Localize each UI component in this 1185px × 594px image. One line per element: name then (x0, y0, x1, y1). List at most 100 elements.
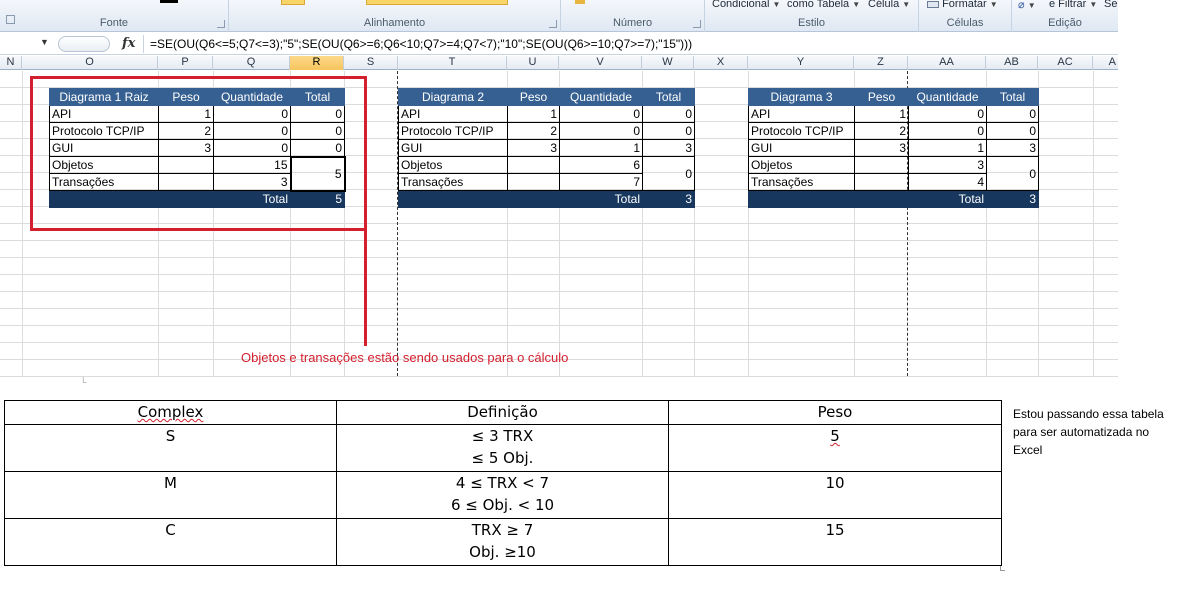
name-box-dropdown-icon[interactable]: ▼ (40, 37, 49, 47)
cell[interactable] (854, 190, 909, 208)
cell[interactable]: GUI (398, 139, 508, 157)
cell[interactable]: 1 (854, 105, 909, 123)
cell[interactable]: 0 (908, 105, 987, 123)
cell[interactable]: 1 (507, 105, 560, 123)
cell[interactable]: 0 (908, 122, 987, 140)
footer-label[interactable]: Total (559, 190, 643, 208)
cell[interactable]: 3 (854, 139, 909, 157)
cell[interactable] (854, 156, 909, 174)
merge-center-button[interactable] (366, 0, 508, 5)
cell[interactable]: Transações (748, 173, 855, 191)
cell[interactable]: 2 (507, 122, 560, 140)
peso-cell: 10 (668, 471, 1002, 519)
cell[interactable]: 1 (559, 139, 643, 157)
header-cell[interactable]: Peso (507, 88, 560, 106)
peso-cell: 15 (668, 518, 1002, 566)
table-row: Protocolo TCP/IP 2 0 0 (398, 122, 695, 140)
cell[interactable] (748, 190, 855, 208)
column-header-u[interactable]: U (507, 56, 559, 70)
cell[interactable]: API (748, 105, 855, 123)
column-header-o[interactable]: O (22, 56, 158, 70)
footer-label[interactable]: Total (908, 190, 987, 208)
column-header-q[interactable]: Q (213, 56, 290, 70)
cell[interactable]: 6 (559, 156, 643, 174)
formula-input[interactable]: =SE(OU(Q6<=5;Q7<=3);"5";SE(OU(Q6>=6;Q6<1… (150, 37, 692, 51)
cell[interactable] (854, 173, 909, 191)
cell[interactable]: 2 (854, 122, 909, 140)
cell[interactable]: Objetos (748, 156, 855, 174)
column-header-r[interactable]: R (290, 56, 344, 70)
footer-total[interactable]: 3 (642, 190, 695, 208)
red-callout-line (364, 231, 367, 346)
header-cell: Definição (336, 400, 669, 425)
cell[interactable] (507, 173, 560, 191)
column-header-p[interactable]: P (158, 56, 213, 70)
cell-styles-button[interactable]: Célula ▼ (868, 0, 910, 10)
column-header-y[interactable]: Y (748, 56, 854, 70)
currency-icon[interactable] (575, 0, 585, 4)
cell[interactable]: 0 (642, 105, 695, 123)
clear-button[interactable]: ⌀ ▼ (1018, 0, 1036, 11)
column-header-w[interactable]: W (642, 56, 694, 70)
header-cell[interactable]: Diagrama 2 (398, 88, 508, 106)
cell[interactable]: 0 (986, 105, 1039, 123)
column-header-s[interactable]: S (344, 56, 398, 70)
wrap-text-button[interactable] (281, 0, 305, 5)
cell[interactable]: 0 (642, 122, 695, 140)
definition-line: ≤ 5 Obj. (471, 449, 534, 467)
page-margin-marker: └ (80, 377, 87, 387)
cell[interactable] (507, 156, 560, 174)
cell[interactable]: 0 (559, 122, 643, 140)
header-cell[interactable]: Total (642, 88, 695, 106)
cell[interactable]: 1 (908, 139, 987, 157)
cell[interactable]: 0 (986, 156, 1039, 191)
cell[interactable] (507, 190, 560, 208)
cell[interactable]: 0 (986, 122, 1039, 140)
cell[interactable]: 0 (559, 105, 643, 123)
column-header-n[interactable]: N (0, 56, 22, 70)
column-header-t[interactable]: T (398, 56, 507, 70)
alignment-dialog-launcher-icon[interactable] (549, 20, 557, 28)
column-header-x[interactable]: X (694, 56, 748, 70)
column-header-ac[interactable]: AC (1038, 56, 1093, 70)
sort-filter-button[interactable]: e Filtrar ▼ (1049, 0, 1097, 10)
font-color-icon[interactable] (160, 0, 178, 3)
header-cell[interactable]: Quantidade (908, 88, 987, 106)
column-header-z[interactable]: Z (854, 56, 908, 70)
column-header-aa[interactable]: AA (908, 56, 986, 70)
definition-cell: TRX ≥ 7 Obj. ≥10 (336, 518, 669, 566)
cell[interactable]: Protocolo TCP/IP (398, 122, 508, 140)
font-dialog-launcher-icon[interactable] (217, 20, 225, 28)
cell[interactable]: Protocolo TCP/IP (748, 122, 855, 140)
cell[interactable] (398, 190, 508, 208)
header-cell[interactable]: Diagrama 3 (748, 88, 855, 106)
cell[interactable]: Transações (398, 173, 508, 191)
cell[interactable]: 3 (507, 139, 560, 157)
cell[interactable]: 3 (908, 156, 987, 174)
footer-total[interactable]: 3 (986, 190, 1039, 208)
header-cell[interactable]: Total (986, 88, 1039, 106)
column-header-ad[interactable]: A (1093, 56, 1118, 70)
diagram-table-2: Diagrama 2 Peso Quantidade Total API 1 0… (398, 88, 695, 208)
group-label-font: Fonte (99, 17, 129, 29)
cell[interactable]: 7 (559, 173, 643, 191)
formula-bar-buttons[interactable] (58, 36, 110, 52)
cell[interactable]: API (398, 105, 508, 123)
format-as-table-button[interactable]: como Tabela ▼ (787, 0, 860, 10)
cell[interactable]: Objetos (398, 156, 508, 174)
insert-function-icon[interactable]: fx (122, 36, 135, 51)
number-dialog-launcher-icon[interactable] (693, 20, 701, 28)
conditional-formatting-button[interactable]: Condicional ▼ (712, 0, 780, 10)
column-header-v[interactable]: V (559, 56, 642, 70)
format-button[interactable]: Formatar ▼ (927, 0, 998, 10)
header-cell[interactable]: Peso (854, 88, 909, 106)
cell[interactable]: 0 (642, 156, 695, 191)
ribbon-group-number: Número (561, 0, 705, 32)
cell[interactable]: 3 (986, 139, 1039, 157)
header-cell[interactable]: Quantidade (559, 88, 643, 106)
find-select-button[interactable]: Se (1104, 0, 1117, 10)
column-header-ab[interactable]: AB (986, 56, 1038, 70)
cell[interactable]: GUI (748, 139, 855, 157)
cell[interactable]: 4 (908, 173, 987, 191)
cell[interactable]: 3 (642, 139, 695, 157)
